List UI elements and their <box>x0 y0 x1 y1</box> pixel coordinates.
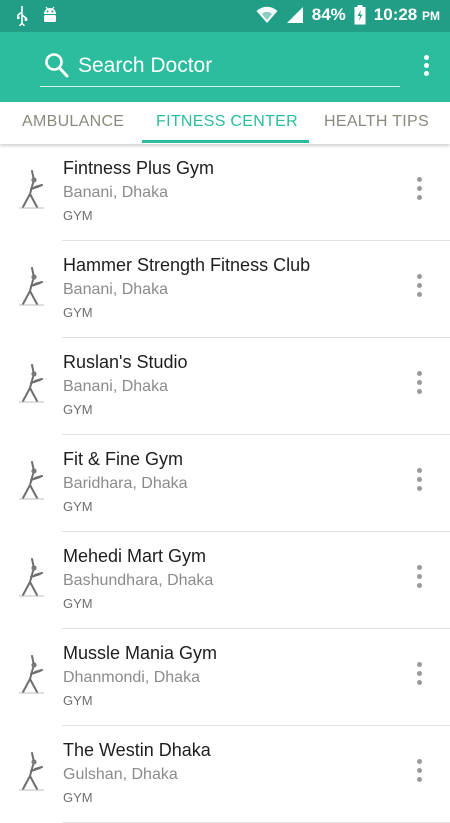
yoga-pose-icon <box>19 655 44 694</box>
search-placeholder: Search Doctor <box>78 54 213 77</box>
search-input[interactable]: Search Doctor <box>40 52 400 87</box>
clock-ampm: PM <box>422 9 440 23</box>
list-item-location: Dhanmondi, Dhaka <box>63 669 200 686</box>
more-options-icon[interactable] <box>417 759 423 785</box>
list-item-category: GYM <box>63 402 93 417</box>
toolbar: Search Doctor <box>0 32 450 102</box>
yoga-pose-icon <box>19 170 44 209</box>
tab-ambulance[interactable]: AMBULANCE <box>22 113 124 131</box>
list-item-category: GYM <box>63 499 93 514</box>
tab-bar: AMBULANCE FITNESS CENTER HEALTH TIPS <box>0 102 450 144</box>
more-options-icon[interactable] <box>417 274 423 300</box>
list-item-name: Fintness Plus Gym <box>63 158 215 178</box>
list-item[interactable]: Hammer Strength Fitness Club Banani, Dha… <box>0 241 450 338</box>
fitness-center-list: Fintness Plus Gym Banani, Dhaka GYM Hamm… <box>0 144 450 823</box>
status-bar: 84% 10:28 PM <box>0 0 450 32</box>
list-item-category: GYM <box>63 790 93 805</box>
list-item[interactable]: Fit & Fine Gym Baridhara, Dhaka GYM <box>0 435 450 532</box>
list-item-category: GYM <box>63 208 93 223</box>
list-item-name: Ruslan's Studio <box>63 352 188 372</box>
list-item-location: Banani, Dhaka <box>63 378 168 395</box>
search-icon <box>45 53 69 78</box>
list-item-location: Gulshan, Dhaka <box>63 766 178 783</box>
battery-charging-icon <box>354 5 366 25</box>
tab-health-tips[interactable]: HEALTH TIPS <box>324 113 429 131</box>
list-item-category: GYM <box>63 596 93 611</box>
list-item-name: Fit & Fine Gym <box>63 449 184 469</box>
usb-icon <box>17 6 28 26</box>
more-options-icon[interactable] <box>417 565 423 591</box>
list-item-category: GYM <box>63 305 93 320</box>
list-item-name: The Westin Dhaka <box>63 740 211 760</box>
tab-active-indicator <box>142 140 309 143</box>
clock-time: 10:28 PM <box>373 5 440 24</box>
list-item[interactable]: Fintness Plus Gym Banani, Dhaka GYM <box>0 144 450 241</box>
tab-fitness-center[interactable]: FITNESS CENTER <box>156 113 298 131</box>
list-item[interactable]: Mussle Mania Gym Dhanmondi, Dhaka GYM <box>0 629 450 726</box>
more-options-icon[interactable] <box>417 662 423 688</box>
more-options-icon[interactable] <box>417 177 423 203</box>
list-item-location: Bashundhara, Dhaka <box>63 572 214 589</box>
yoga-pose-icon <box>19 752 44 791</box>
yoga-pose-icon <box>19 461 44 500</box>
signal-icon <box>286 7 303 23</box>
overflow-menu-icon[interactable] <box>424 55 430 79</box>
list-item-name: Mehedi Mart Gym <box>63 546 207 566</box>
android-icon <box>44 6 56 22</box>
list-item-location: Banani, Dhaka <box>63 281 168 298</box>
battery-percent: 84% <box>311 5 346 24</box>
list-item-location: Baridhara, Dhaka <box>63 475 188 492</box>
wifi-icon <box>256 6 278 23</box>
yoga-pose-icon <box>19 558 44 597</box>
yoga-pose-icon <box>19 364 44 403</box>
more-options-icon[interactable] <box>417 468 423 494</box>
list-item-name: Hammer Strength Fitness Club <box>63 255 311 275</box>
list-item[interactable]: Mehedi Mart Gym Bashundhara, Dhaka GYM <box>0 532 450 629</box>
list-item-location: Banani, Dhaka <box>63 184 168 201</box>
list-item[interactable]: The Westin Dhaka Gulshan, Dhaka GYM <box>0 726 450 823</box>
list-item-name: Mussle Mania Gym <box>63 643 218 663</box>
more-options-icon[interactable] <box>417 371 423 397</box>
list-item[interactable]: Ruslan's Studio Banani, Dhaka GYM <box>0 338 450 435</box>
yoga-pose-icon <box>19 267 44 306</box>
list-item-category: GYM <box>63 693 93 708</box>
